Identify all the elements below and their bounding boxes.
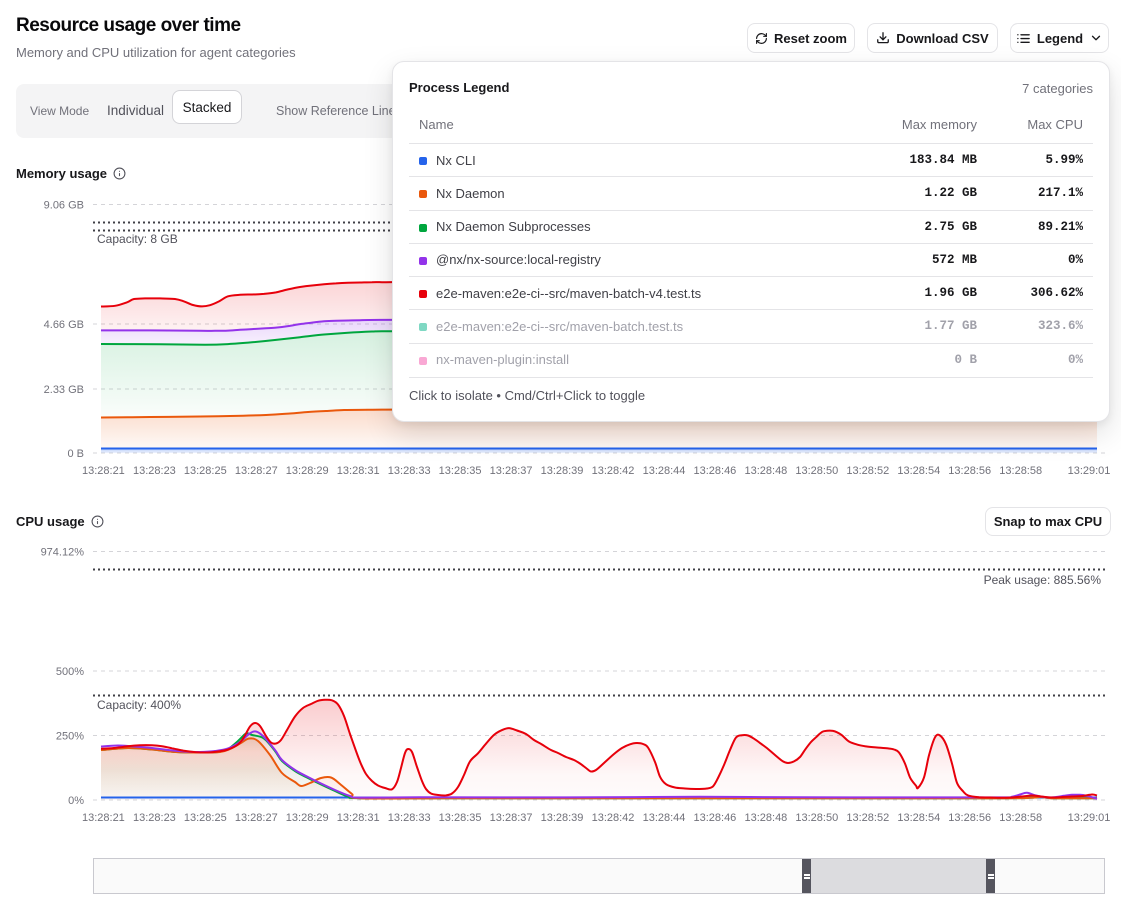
svg-text:13:28:23: 13:28:23	[133, 812, 176, 824]
svg-text:13:28:39: 13:28:39	[541, 812, 584, 824]
svg-text:13:28:56: 13:28:56	[948, 812, 991, 824]
svg-text:13:28:33: 13:28:33	[388, 812, 431, 824]
svg-text:13:28:27: 13:28:27	[235, 812, 278, 824]
svg-text:0%: 0%	[68, 795, 84, 807]
svg-text:Peak usage: 885.56%: Peak usage: 885.56%	[984, 573, 1102, 587]
svg-text:13:29:01: 13:29:01	[1068, 812, 1111, 824]
svg-text:13:28:31: 13:28:31	[337, 812, 380, 824]
svg-text:13:28:52: 13:28:52	[846, 812, 889, 824]
svg-text:974.12%: 974.12%	[41, 547, 85, 559]
svg-text:13:28:58: 13:28:58	[999, 812, 1042, 824]
svg-text:13:28:42: 13:28:42	[592, 812, 635, 824]
svg-text:13:28:25: 13:28:25	[184, 812, 227, 824]
svg-text:13:28:35: 13:28:35	[439, 812, 482, 824]
svg-text:13:28:21: 13:28:21	[82, 812, 125, 824]
svg-text:500%: 500%	[56, 666, 84, 678]
svg-text:13:28:37: 13:28:37	[490, 812, 533, 824]
svg-text:Capacity: 400%: Capacity: 400%	[97, 698, 181, 712]
svg-text:250%: 250%	[56, 731, 84, 743]
svg-text:13:28:29: 13:28:29	[286, 812, 329, 824]
svg-text:13:28:48: 13:28:48	[744, 812, 787, 824]
svg-text:13:28:46: 13:28:46	[693, 812, 736, 824]
svg-text:13:28:50: 13:28:50	[795, 812, 838, 824]
svg-text:13:28:44: 13:28:44	[643, 812, 686, 824]
svg-text:13:28:54: 13:28:54	[897, 812, 940, 824]
